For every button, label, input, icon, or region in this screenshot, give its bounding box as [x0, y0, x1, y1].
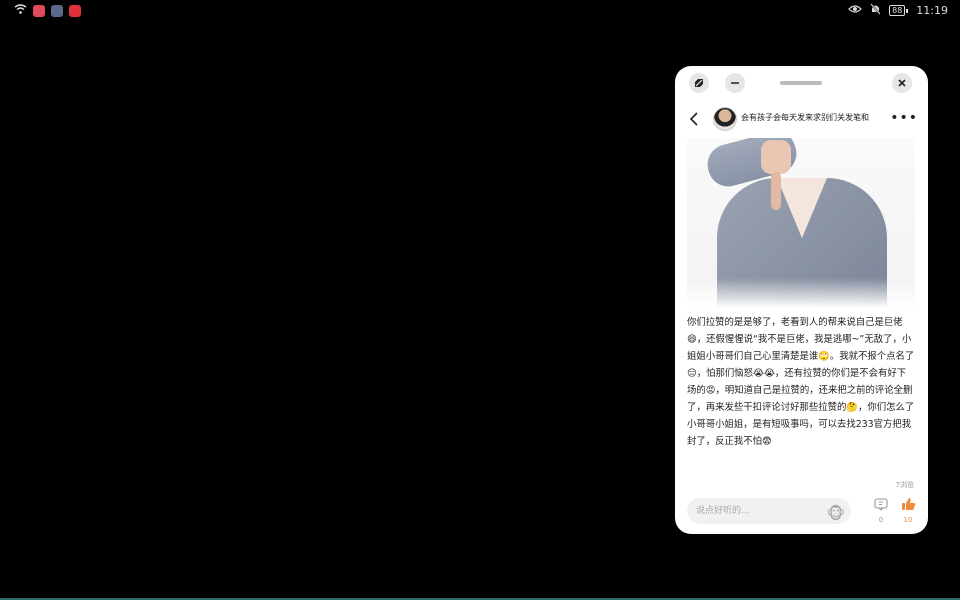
battery-icon: 88: [889, 5, 909, 16]
more-options-button[interactable]: •••: [890, 110, 918, 126]
thumbs-down-gesture: [771, 172, 781, 210]
thumbs-up-icon: [901, 498, 915, 510]
like-count: 10: [903, 516, 913, 524]
comment-count: 0: [878, 516, 884, 524]
status-bar-left: [14, 4, 81, 17]
post-header: 会有孩子会每天发来求别们关发笔和 •••: [675, 104, 928, 134]
news-app-icon: [69, 4, 81, 17]
floating-app-window: 会有孩子会每天发来求别们关发笔和 ••• 你们拉赞的是是够了，老看到人的帮来说自…: [675, 66, 928, 534]
fullscreen-toggle-button[interactable]: [689, 73, 709, 93]
comment-input[interactable]: 说点好听的… 🐵: [687, 498, 851, 524]
chevron-left-icon: [689, 112, 698, 126]
minimize-button[interactable]: [725, 73, 745, 93]
post-body-text: 你们拉赞的是是够了，老看到人的帮来说自己是巨佬😄，还假惺惺说“我不是巨佬，我是逃…: [687, 317, 915, 447]
mute-bell-icon: [870, 3, 881, 18]
view-count: 7浏览: [895, 481, 914, 489]
clock: 11:19: [916, 4, 948, 17]
author-avatar[interactable]: [713, 107, 737, 131]
close-icon: [898, 79, 906, 87]
battery-level: 88: [889, 5, 906, 16]
like-button[interactable]: 10: [898, 496, 918, 524]
comment-placeholder: 说点好听的…: [696, 506, 751, 516]
resize-icon: [695, 79, 703, 87]
close-window-button[interactable]: [892, 73, 912, 93]
notes-app-icon: [33, 4, 45, 17]
comment-icon: [874, 498, 888, 511]
monkey-emoji-icon[interactable]: 🐵: [827, 501, 846, 527]
status-bar: 88 11:19: [0, 0, 960, 22]
status-bar-right: 88 11:19: [848, 3, 948, 18]
comment-footer: 说点好听的… 🐵 0 10: [675, 492, 928, 532]
window-drag-handle[interactable]: [780, 81, 822, 85]
post-image[interactable]: [687, 138, 915, 308]
wifi-icon: [14, 4, 27, 17]
window-title-bar[interactable]: [675, 66, 928, 100]
minus-icon: [731, 82, 739, 84]
post-title: 会有孩子会每天发来求别们关发笔和: [741, 113, 869, 122]
image-fist: [761, 140, 791, 174]
eye-comfort-icon: [848, 4, 862, 17]
comment-button[interactable]: 0: [871, 496, 891, 524]
back-button[interactable]: [687, 109, 703, 129]
gallery-app-icon: [51, 4, 63, 17]
